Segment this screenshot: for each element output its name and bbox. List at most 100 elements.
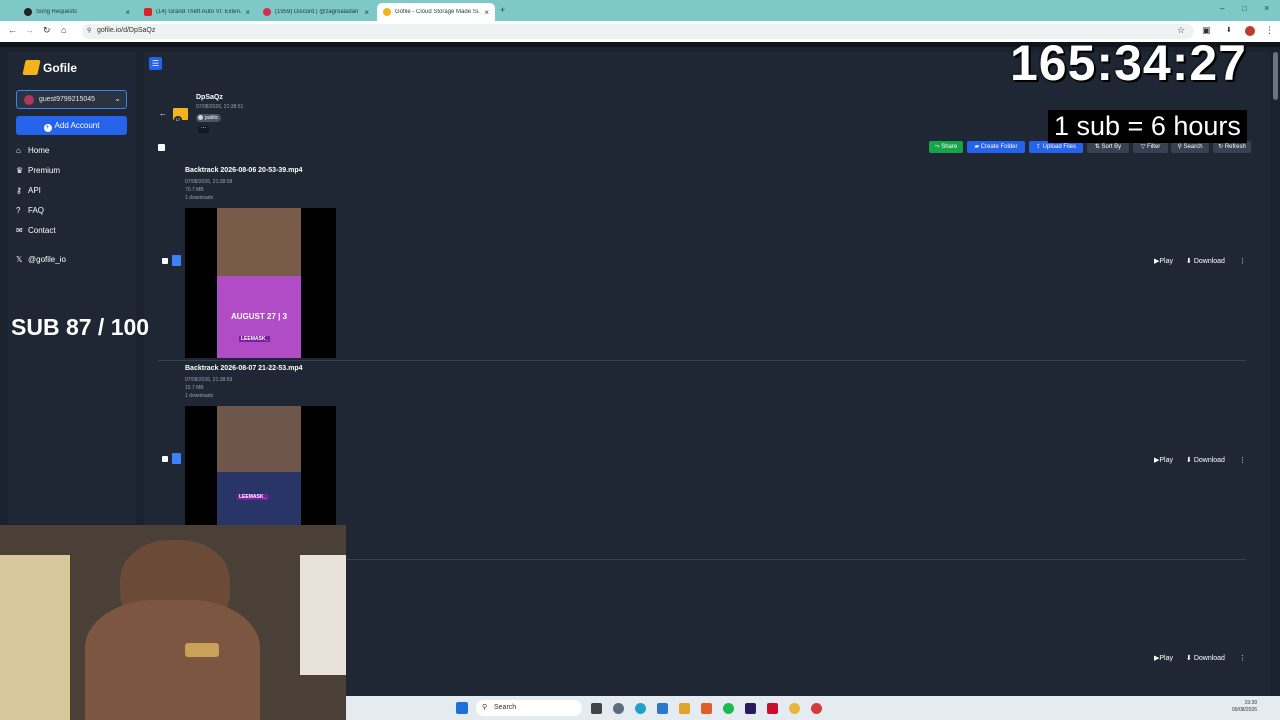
edge-browser-icon[interactable] [635,703,646,714]
download-button[interactable]: ⬇ Download [1186,654,1225,662]
scrollbar-track[interactable] [1271,47,1280,696]
select-all-checkbox[interactable] [158,144,165,151]
spotify-icon[interactable] [723,703,734,714]
menu-toggle-button[interactable]: ☰ [149,57,162,70]
sidebar-item-home[interactable]: ⌂ Home [16,146,49,155]
plus-circle-icon: + [43,124,52,132]
task-view-icon[interactable] [591,703,602,714]
file-checkbox[interactable] [162,258,168,264]
upload-files-label: Upload Files [1042,144,1077,150]
app-red-icon[interactable] [767,703,778,714]
video-thumbnail[interactable]: AUGUST 27 | 3 LEEMASK_ [185,208,336,358]
refresh-label: Refresh [1224,144,1246,150]
back-arrow-icon[interactable]: ← [159,109,167,118]
close-icon[interactable]: × [484,8,489,17]
play-label: Play [1159,655,1174,662]
create-folder-button[interactable]: ▰ Create Folder [967,141,1025,153]
file-checkbox[interactable] [162,456,168,462]
chrome-icon[interactable] [789,703,800,714]
forward-icon[interactable]: → [25,25,34,35]
upload-icon: ⇪ [1035,144,1043,150]
sidebar-item-premium[interactable]: ♛ Premium [16,166,60,175]
tab-youtube[interactable]: (14) Grand Theft Auto VI: Exten... × [138,3,256,21]
play-button[interactable]: ▶Play [1154,654,1173,662]
globe-icon [198,115,203,120]
x-icon: 𝕏 [16,255,23,264]
home-icon[interactable]: ⌂ [61,25,66,35]
share-label: Share [941,144,958,150]
webcam-overlay [0,525,346,720]
download-button[interactable]: ⬇ Download [1186,257,1225,265]
folder-more-button[interactable]: ... [198,124,209,133]
file-meta: 07/08/2026, 21:38:58 70.7 MB 1 downloads [185,178,232,202]
close-icon[interactable]: × [364,8,369,17]
maximize-button[interactable]: □ [1242,4,1247,13]
reload-icon[interactable]: ↻ [43,25,51,36]
close-window-button[interactable]: × [1264,3,1269,13]
play-button[interactable]: ▶Play [1154,456,1173,464]
account-avatar [24,95,34,105]
file-menu-icon[interactable]: ⋮ [1239,654,1246,662]
obs-icon[interactable] [811,703,822,714]
new-tab-button[interactable]: + [500,5,505,15]
minimize-button[interactable]: – [1220,4,1224,13]
site-info-icon[interactable]: ⚲ [87,27,91,34]
back-icon[interactable]: ← [8,25,17,35]
play-button[interactable]: ▶Play [1154,257,1173,265]
close-icon[interactable]: × [125,8,130,17]
settings-gear-icon[interactable] [613,703,624,714]
visibility-label: public [205,115,219,121]
file-date: 07/08/2026, 21:38:58 [185,179,233,185]
tab-discord[interactable]: (1959) Discord | @zagroaladan × [257,3,375,21]
account-selector[interactable]: guest9799215045 ⌄ [16,90,127,109]
file-downloads: 1 downloads [185,393,214,399]
download-icon[interactable]: ⬇ [1226,26,1232,34]
taskbar-clock[interactable]: 19:39 09/08/2026 [1232,700,1257,714]
sidebar-item-label: FAQ [28,206,45,215]
file-menu-icon[interactable]: ⋮ [1239,456,1246,464]
play-label: Play [1159,258,1174,265]
create-folder-label: Create Folder [980,144,1018,150]
webcam-couch [0,555,70,720]
scrollbar-thumb[interactable] [1273,52,1278,100]
file-explorer-icon[interactable] [679,703,690,714]
file-name[interactable]: Backtrack 2026-08-07 21-22-53.mp4 [185,365,303,372]
filter-label: Filter [1146,144,1161,150]
social-label: @gofile_io [28,255,66,264]
brave-browser-icon[interactable] [701,703,712,714]
file-date: 07/08/2026, 21:38:59 [185,377,233,383]
folder-date: 07/08/2026, 21:38:51 [196,104,244,110]
thumbnail-subtext: LEEMASK_ [237,494,269,500]
refresh-icon: ↻ [1218,144,1225,150]
key-icon: ⚷ [16,186,22,195]
windows-start-icon[interactable] [456,702,468,714]
tab-gofile[interactable]: Gofile - Cloud Storage Made Si... × [377,3,495,21]
social-link[interactable]: 𝕏 @gofile_io [16,255,66,264]
file-menu-icon[interactable]: ⋮ [1239,257,1246,265]
sidebar-item-api[interactable]: ⚷ API [16,186,41,195]
subathon-timer: 165:34:27 [1010,35,1247,91]
play-label: Play [1159,457,1174,464]
sidebar-item-label: Premium [28,166,61,175]
file-downloads: 1 downloads [185,195,214,201]
download-icon: ⬇ [1186,655,1194,662]
envelope-icon: ✉ [16,226,23,235]
browser-menu-icon[interactable]: ⋮ [1265,25,1274,36]
store-icon[interactable] [657,703,668,714]
file-name[interactable]: Backtrack 2026-08-06 20-53-39.mp4 [185,167,303,174]
sidebar-item-contact[interactable]: ✉ Contact [16,226,56,235]
file-size: 70.7 MB [185,187,204,193]
tab-title: (14) Grand Theft Auto VI: Exten... [156,9,242,15]
premiere-pro-icon[interactable] [745,703,756,714]
taskbar-search-input[interactable]: ⚲ Search [476,700,582,716]
video-thumbnail[interactable]: LEEMASK_ [185,406,336,526]
video-file-icon [172,453,181,464]
close-icon[interactable]: × [245,8,250,17]
search-label: Search [1183,144,1203,150]
share-button[interactable]: ⤳ Share [929,141,963,153]
sidebar-item-faq[interactable]: ? FAQ [16,206,44,215]
crown-icon: ♛ [16,166,24,175]
tab-song-requests[interactable]: Song Requests × [18,3,136,21]
download-button[interactable]: ⬇ Download [1186,456,1225,464]
add-account-button[interactable]: + Add Account [16,116,127,135]
